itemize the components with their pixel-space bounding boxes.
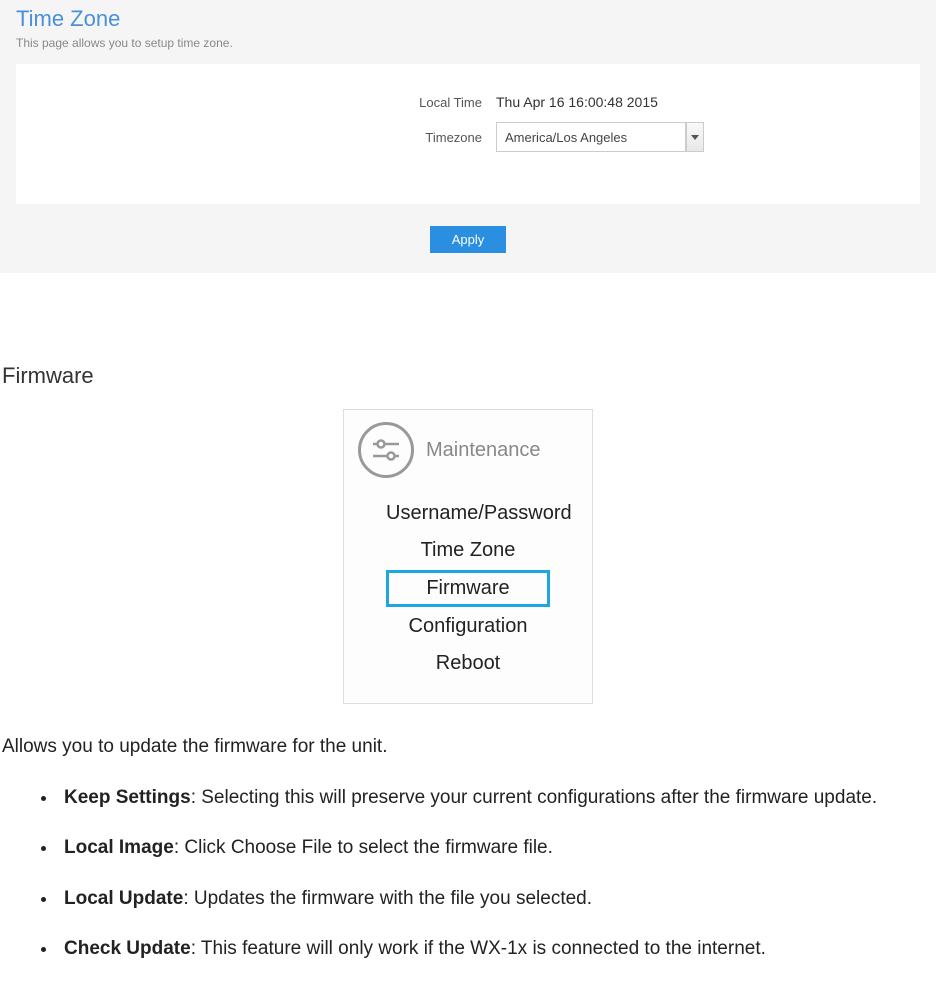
timezone-select[interactable]: America/Los Angeles (496, 122, 704, 152)
maintenance-menu-header: Maintenance (358, 422, 578, 478)
local-time-value: Thu Apr 16 16:00:48 2015 (496, 94, 658, 110)
bullet-term: Keep Settings (64, 787, 191, 808)
timezone-form-box: Local Time Thu Apr 16 16:00:48 2015 Time… (16, 64, 920, 204)
bullet-term: Local Update (64, 888, 183, 909)
sliders-icon (358, 422, 414, 478)
firmware-intro: Allows you to update the firmware for th… (2, 734, 936, 761)
menu-item-username-password[interactable]: Username/Password (386, 496, 550, 531)
apply-button[interactable]: Apply (430, 226, 507, 253)
bullet-term: Check Update (64, 938, 191, 959)
timezone-select-value: America/Los Angeles (496, 122, 686, 152)
firmware-heading: Firmware (0, 363, 936, 389)
maintenance-menu-label: Maintenance (426, 439, 541, 462)
timezone-panel: Time Zone This page allows you to setup … (0, 0, 936, 273)
timezone-label: Timezone (36, 130, 496, 145)
local-time-label: Local Time (36, 95, 496, 110)
apply-wrap: Apply (16, 204, 920, 253)
list-item: Local Update: Updates the firmware with … (58, 886, 936, 913)
bullet-desc: : Selecting this will preserve your curr… (191, 787, 877, 808)
timezone-title: Time Zone (16, 0, 920, 36)
timezone-subtitle: This page allows you to setup time zone. (16, 36, 920, 64)
bullet-term: Local Image (64, 837, 174, 858)
list-item: Keep Settings: Selecting this will prese… (58, 785, 936, 812)
list-item: Check Update: This feature will only wor… (58, 936, 936, 963)
list-item: Local Image: Click Choose File to select… (58, 835, 936, 862)
bullet-desc: : Updates the firmware with the file you… (183, 888, 592, 909)
chevron-down-icon[interactable] (686, 122, 704, 152)
bullet-desc: : Click Choose File to select the firmwa… (174, 837, 553, 858)
menu-item-reboot[interactable]: Reboot (386, 646, 550, 681)
menu-item-firmware[interactable]: Firmware (386, 570, 550, 607)
maintenance-menu: Maintenance Username/Password Time Zone … (343, 409, 593, 704)
menu-item-time-zone[interactable]: Time Zone (386, 533, 550, 568)
firmware-bullet-list: Keep Settings: Selecting this will prese… (0, 785, 936, 963)
local-time-row: Local Time Thu Apr 16 16:00:48 2015 (36, 94, 900, 110)
menu-item-configuration[interactable]: Configuration (386, 609, 550, 644)
timezone-row: Timezone America/Los Angeles (36, 122, 900, 152)
bullet-desc: : This feature will only work if the WX-… (191, 938, 766, 959)
